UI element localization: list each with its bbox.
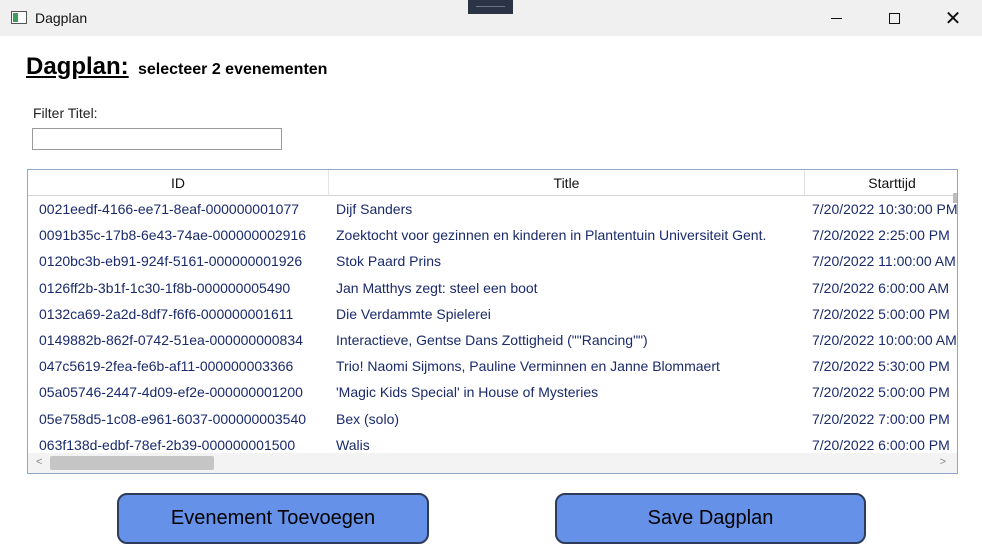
cell-title: Bex (solo) <box>336 410 400 427</box>
cell-title: Die Verdammte Spielerei <box>336 305 491 322</box>
cell-starttijd: 7/20/2022 5:00:00 PM <box>812 384 950 401</box>
cell-id: 0120bc3b-eb91-924f-5161-000000001926 <box>39 253 303 270</box>
chevron-right-icon[interactable]: > <box>940 456 946 468</box>
cell-id: 0126ff2b-3b1f-1c30-1f8b-000000005490 <box>39 279 291 296</box>
app-window: Dagplan ✕ Dagplan: selecteer 2 evenement… <box>0 0 982 553</box>
horizontal-scrollbar[interactable]: < > <box>28 453 957 473</box>
app-icon <box>11 11 27 24</box>
horizontal-scrollbar-thumb[interactable] <box>50 456 214 470</box>
window-title: Dagplan <box>35 10 88 26</box>
maximize-icon <box>888 12 900 24</box>
grid-rows: 0021eedf-4166-ee71-8eaf-000000001077 Dijf… <box>28 197 958 459</box>
cell-title: Jan Matthys zegt: steel een boot <box>336 279 538 296</box>
table-row[interactable]: 0021eedf-4166-ee71-8eaf-000000001077 Dijf… <box>28 197 958 223</box>
cell-id: 0091b35c-17b8-6e43-74ae-000000002916 <box>39 227 307 244</box>
cell-title: 'Magic Kids Special' in House of Mysteri… <box>336 384 599 401</box>
cell-starttijd: 7/20/2022 5:00:00 PM <box>812 305 950 322</box>
add-event-button[interactable]: Evenement Toevoegen <box>117 493 429 544</box>
column-header-starttijd[interactable]: Starttijd <box>805 170 957 196</box>
column-header-title[interactable]: Title <box>329 170 805 196</box>
filter-title-label: Filter Titel: <box>33 105 98 121</box>
minimize-button[interactable] <box>807 0 865 36</box>
cell-starttijd: 7/20/2022 5:30:00 PM <box>812 358 950 375</box>
page-title: Dagplan: <box>26 53 129 80</box>
save-dagplan-button[interactable]: Save Dagplan <box>555 493 866 544</box>
cell-starttijd: 7/20/2022 7:00:00 PM <box>812 410 950 427</box>
cell-title: Zoektocht voor gezinnen en kinderen in P… <box>336 227 767 244</box>
cell-title: Interactieve, Gentse Dans Zottigheid (""… <box>336 331 648 348</box>
maximize-button[interactable] <box>865 0 923 36</box>
cell-id: 05e758d5-1c08-e961-6037-000000003540 <box>39 410 307 427</box>
snap-handle <box>468 0 513 14</box>
table-row[interactable]: 047c5619-2fea-fe6b-af11-000000003366 Trio… <box>28 354 957 380</box>
cell-title: Dijf Sanders <box>336 201 413 217</box>
events-grid[interactable]: ID Title Starttijd 0021eedf-4166-ee71-8e… <box>27 169 958 474</box>
cell-title: Stok Paard Prins <box>336 253 442 270</box>
cell-starttijd: 7/20/2022 6:00:00 AM <box>812 279 949 296</box>
cell-id: 0132ca69-2a2d-8df7-f6f6-000000001611 <box>39 305 294 322</box>
cell-title: Trio! Naomi Sijmons, Pauline Verminnen e… <box>336 358 720 375</box>
cell-id: 047c5619-2fea-fe6b-af11-000000003366 <box>39 358 294 375</box>
table-row[interactable]: 0132ca69-2a2d-8df7-f6f6-000000001611 Die … <box>28 302 957 328</box>
cell-id: 05a05746-2447-4d09-ef2e-000000001200 <box>39 384 303 401</box>
column-header-id[interactable]: ID <box>28 170 329 196</box>
table-row[interactable]: 0149882b-862f-0742-51ea-000000000834 Inte… <box>28 328 957 354</box>
cell-starttijd: 7/20/2022 2:25:00 PM <box>812 227 950 244</box>
page-subtitle: selecteer 2 evenementen <box>138 61 328 78</box>
table-row[interactable]: 05a05746-2447-4d09-ef2e-000000001200 'Mag… <box>28 380 957 406</box>
chevron-left-icon[interactable]: < <box>36 456 42 468</box>
table-row[interactable]: 05e758d5-1c08-e961-6037-000000003540 Bex … <box>28 407 957 433</box>
cell-id: 0021eedf-4166-ee71-8eaf-000000001077 <box>39 201 300 217</box>
table-row[interactable]: 0126ff2b-3b1f-1c30-1f8b-000000005490 Jan … <box>28 276 957 302</box>
grid-header: ID Title Starttijd <box>28 170 957 196</box>
filter-title-input[interactable] <box>32 128 282 150</box>
close-button[interactable]: ✕ <box>924 0 982 36</box>
cell-starttijd: 7/20/2022 11:00:00 AM <box>812 253 956 270</box>
table-row[interactable]: 0091b35c-17b8-6e43-74ae-000000002916 Zoek… <box>28 223 957 249</box>
minimize-icon <box>830 17 842 19</box>
close-icon: ✕ <box>944 6 962 30</box>
cell-starttijd: 7/20/2022 10:00:00 AM <box>812 331 957 348</box>
title-bar[interactable]: Dagplan ✕ <box>0 0 982 36</box>
cell-starttijd: 7/20/2022 10:30:00 PM <box>812 201 958 217</box>
cell-id: 0149882b-862f-0742-51ea-000000000834 <box>39 331 303 348</box>
table-row[interactable]: 0120bc3b-eb91-924f-5161-000000001926 Stok… <box>28 249 957 275</box>
